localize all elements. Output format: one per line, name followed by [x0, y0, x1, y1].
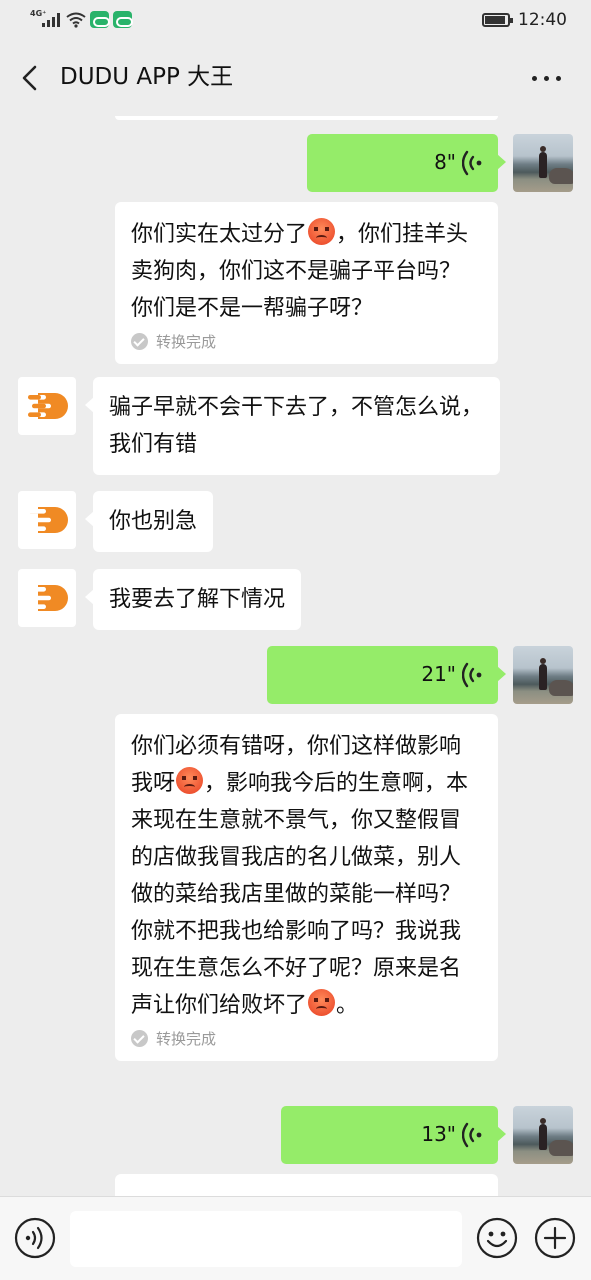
- dudu-logo-icon: [24, 393, 68, 419]
- transcript-status: 转换完成: [131, 331, 482, 352]
- angry-emoji-icon: [308, 218, 336, 245]
- plus-icon[interactable]: [534, 1217, 576, 1259]
- angry-emoji-icon: [308, 989, 336, 1016]
- clock: 12:40: [518, 10, 567, 30]
- voice-transcript: 你们实在太过分了 ，你们挂羊头卖狗肉，你们这不是骗子平台吗？你们是不是一帮骗子呀？…: [115, 202, 498, 364]
- voice-wave-icon: [462, 1122, 482, 1148]
- wifi-icon: [66, 12, 86, 28]
- signal-icon: [42, 13, 60, 27]
- contact-avatar[interactable]: [18, 491, 76, 549]
- voice-message-bubble[interactable]: 13": [281, 1106, 506, 1164]
- user-avatar[interactable]: [513, 1106, 573, 1164]
- input-bar: [0, 1196, 591, 1280]
- user-avatar[interactable]: [513, 134, 573, 192]
- app-notification-icon: [113, 11, 133, 28]
- transcript-text: 你们必须有错呀，你们这样做影响我呀 ，影响我今后的生意啊，本来现在生意就不景气，你…: [131, 734, 469, 1018]
- user-avatar[interactable]: [513, 646, 573, 704]
- voice-duration: 21": [421, 662, 456, 686]
- text-message-bubble[interactable]: 你也别急: [84, 491, 214, 552]
- voice-message-bubble[interactable]: 21": [267, 646, 506, 704]
- battery-icon: [482, 13, 513, 27]
- chat-header: DUDU APP 大王: [0, 40, 591, 116]
- transcript-text: 你们实在太过分了 ，你们挂羊头卖狗肉，你们这不是骗子平台吗？你们是不是一帮骗子呀？: [131, 216, 482, 327]
- voice-duration: 13": [421, 1122, 456, 1146]
- angry-emoji-icon: [176, 767, 204, 794]
- message-list[interactable]: 8" 你们实在太过分了 ，你们挂羊头卖狗肉，你们这不是骗子平台吗？你们是不是一帮骗…: [0, 116, 591, 1196]
- voice-message-bubble[interactable]: 8": [307, 134, 506, 192]
- voice-duration: 8": [434, 150, 456, 174]
- message-input[interactable]: [70, 1211, 462, 1267]
- check-circle-icon: [131, 333, 148, 350]
- chevron-left-icon[interactable]: [18, 64, 42, 92]
- voice-input-icon[interactable]: [14, 1217, 56, 1259]
- transcript-status: 转换完成: [131, 1028, 482, 1049]
- dudu-logo-icon: [24, 585, 68, 611]
- voice-wave-icon: [462, 150, 482, 176]
- previous-message-bubble: [115, 116, 498, 120]
- contact-avatar[interactable]: [18, 569, 76, 627]
- voice-transcript: 你们必须有错呀，你们这样做影响我呀 ，影响我今后的生意啊，本来现在生意就不景气，你…: [115, 714, 498, 1061]
- chat-title: DUDU APP 大王: [60, 64, 234, 90]
- dudu-logo-icon: [24, 507, 68, 533]
- check-circle-icon: [131, 1030, 148, 1047]
- contact-avatar[interactable]: [18, 377, 76, 435]
- app-notification-icon: [90, 11, 110, 28]
- more-dots-icon[interactable]: [532, 76, 564, 82]
- text-message-bubble[interactable]: 我要去了解下情况: [84, 569, 302, 630]
- voice-wave-icon: [462, 662, 482, 688]
- emoji-icon[interactable]: [476, 1217, 518, 1259]
- voice-transcript-partial: [115, 1174, 498, 1196]
- status-bar: 4G⁺ 12:40: [0, 0, 591, 40]
- text-message-bubble[interactable]: 骗子早就不会干下去了，不管怎么说，我们有错: [85, 377, 500, 475]
